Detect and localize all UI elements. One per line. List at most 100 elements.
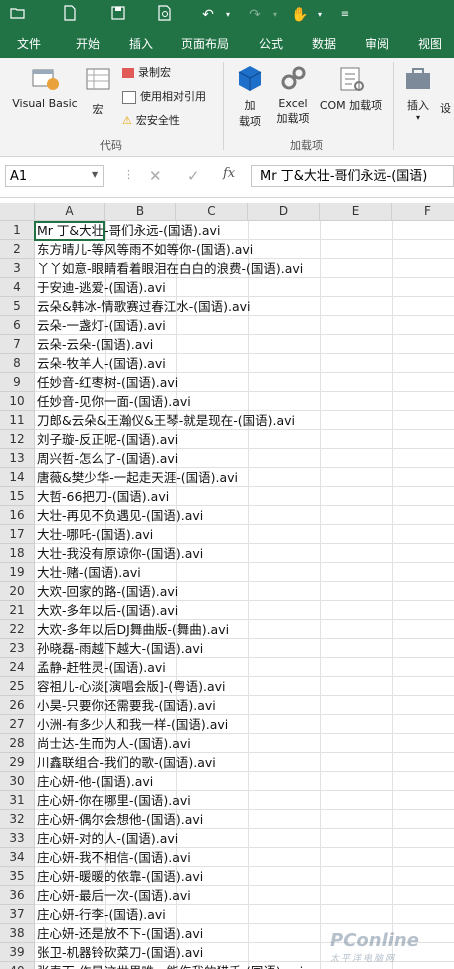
cell-a[interactable]: 大壮-再见不负遇见-(国语).avi [35,506,454,525]
worksheet-grid[interactable]: A B C D E F 1 Mr 丁&大壮-哥们永远-(国语).avi 2 东方晴儿-… [0,203,454,969]
cell-a[interactable]: 孙晓磊-雨越下越大-(国语).avi [35,639,454,658]
cell-a[interactable]: 庄心妍-对的人-(国语).avi [35,829,454,848]
row-header[interactable]: 25 [0,677,35,696]
cell-a[interactable]: 尚士达-生而为人-(国语).avi [35,734,454,753]
tab-review[interactable]: 审阅 [365,30,389,58]
cell-a[interactable]: 大哲-66把刀-(国语).avi [35,487,454,506]
cell-a[interactable]: 小洲-有多少人和我一样-(国语).avi [35,715,454,734]
cell-a[interactable]: 庄心妍-最后一次-(国语).avi [35,886,454,905]
column-header-e[interactable]: E [320,203,392,221]
cell-a[interactable]: 大壮-赌-(国语).avi [35,563,454,582]
cell-a[interactable]: 庄心妍-你在哪里-(国语).avi [35,791,454,810]
chevron-down-icon[interactable]: ▼ [92,170,98,179]
cell-a[interactable]: 庄心妍-行李-(国语).avi [35,905,454,924]
row-header[interactable]: 30 [0,772,35,791]
row-header[interactable]: 6 [0,316,35,335]
row-header[interactable]: 27 [0,715,35,734]
tab-page-layout[interactable]: 页面布局 [181,30,229,58]
row-header[interactable]: 18 [0,544,35,563]
cell-a[interactable]: 刘子璇-反正呢-(国语).avi [35,430,454,449]
cell-a[interactable]: 庄心妍-偶尔会想他-(国语).avi [35,810,454,829]
row-header[interactable]: 28 [0,734,35,753]
row-header[interactable]: 11 [0,411,35,430]
use-relative-references-button[interactable]: 使用相对引用 [122,88,206,104]
print-preview-icon[interactable] [155,5,175,25]
row-header[interactable]: 23 [0,639,35,658]
touch-mode-icon[interactable]: ✋ [290,5,310,25]
row-header[interactable]: 36 [0,886,35,905]
com-addins-button[interactable]: COM 加载项 [315,64,387,113]
cell-a[interactable]: 云朵-一盏灯-(国语).avi [35,316,454,335]
cell-a[interactable]: 小昊-只要你还需要我-(国语).avi [35,696,454,715]
row-header[interactable]: 39 [0,943,35,962]
cell-a[interactable]: 大壮-哪吒-(国语).avi [35,525,454,544]
insert-function-icon[interactable]: fx [223,166,235,181]
cell-a[interactable]: 庄心妍-暖暖的依靠-(国语).avi [35,867,454,886]
row-header[interactable]: 24 [0,658,35,677]
enter-icon[interactable]: ✓ [187,167,200,185]
column-header-c[interactable]: C [176,203,248,221]
cell-a[interactable]: 周兴哲-怎么了-(国语).avi [35,449,454,468]
row-header[interactable]: 4 [0,278,35,297]
row-header[interactable]: 33 [0,829,35,848]
cell-a[interactable]: 大欢-回家的路-(国语).avi [35,582,454,601]
macro-security-button[interactable]: ⚠ 宏安全性 [122,112,180,128]
design-mode-button[interactable]: 设 [440,100,451,116]
tab-data[interactable]: 数据 [312,30,336,58]
column-header-a[interactable]: A [35,203,105,221]
cell-a[interactable]: 任妙音-见你一面-(国语).avi [35,392,454,411]
undo-icon[interactable]: ↶ [198,5,218,25]
cell-a[interactable]: 东方晴儿-等风等雨不如等你-(国语).avi [35,240,454,259]
row-header[interactable]: 16 [0,506,35,525]
row-header[interactable]: 22 [0,620,35,639]
cell-a[interactable]: 丫丫如意-眼睛看着眼泪在白白的浪费-(国语).avi [35,259,454,278]
cell-a[interactable]: 云朵-云朵-(国语).avi [35,335,454,354]
row-header[interactable]: 2 [0,240,35,259]
tab-home[interactable]: 开始 [76,30,100,58]
row-header[interactable]: 17 [0,525,35,544]
cell-a[interactable]: 庄心妍-我不相信-(国语).avi [35,848,454,867]
customize-icon[interactable]: ≡ [335,5,355,25]
row-header[interactable]: 20 [0,582,35,601]
row-header[interactable]: 32 [0,810,35,829]
cancel-icon[interactable]: ✕ [149,167,162,185]
cell-a[interactable]: 容祖儿-心淡[演唱会版]-(粤语).avi [35,677,454,696]
row-header[interactable]: 31 [0,791,35,810]
macros-button[interactable]: 宏 [80,64,116,117]
row-header[interactable]: 14 [0,468,35,487]
row-header[interactable]: 38 [0,924,35,943]
cell-a[interactable]: 刀郎&云朵&王瀚仪&王琴-就是现在-(国语).avi [35,411,454,430]
row-header[interactable]: 1 [0,221,35,240]
row-header[interactable]: 5 [0,297,35,316]
column-header-b[interactable]: B [105,203,176,221]
cell-a[interactable]: 大欢-多年以后-(国语).avi [35,601,454,620]
row-header[interactable]: 13 [0,449,35,468]
visual-basic-button[interactable]: Visual Basic [5,64,85,110]
cell-a[interactable]: 孟静-赶牲灵-(国语).avi [35,658,454,677]
name-box[interactable]: A1 [5,165,104,187]
save-icon[interactable] [108,5,128,25]
row-header[interactable]: 29 [0,753,35,772]
cell-a[interactable]: 大壮-我没有原谅你-(国语).avi [35,544,454,563]
row-header[interactable]: 37 [0,905,35,924]
formula-input[interactable]: Mr 丁&大壮-哥们永远-(国语) [251,165,454,187]
row-header[interactable]: 8 [0,354,35,373]
row-header[interactable]: 26 [0,696,35,715]
tab-formulas[interactable]: 公式 [259,30,283,58]
row-header[interactable]: 19 [0,563,35,582]
undo-dropdown-icon[interactable]: ▾ [218,5,238,25]
row-header[interactable]: 21 [0,601,35,620]
new-document-icon[interactable] [60,5,80,25]
tab-insert[interactable]: 插入 [129,30,153,58]
tab-file[interactable]: 文件 [17,30,41,58]
cell-a[interactable]: 云朵&韩冰-情歌赛过春江水-(国语).avi [35,297,454,316]
row-header[interactable]: 40 [0,962,35,969]
row-header[interactable]: 7 [0,335,35,354]
cell-a[interactable]: 于安迪-逃爱-(国语).avi [35,278,454,297]
cell-a[interactable]: Mr 丁&大壮-哥们永远-(国语).avi [35,221,454,240]
row-header[interactable]: 9 [0,373,35,392]
row-header[interactable]: 3 [0,259,35,278]
cell-a[interactable]: 云朵-牧羊人-(国语).avi [35,354,454,373]
row-header[interactable]: 12 [0,430,35,449]
record-macro-button[interactable]: 录制宏 [122,64,171,80]
